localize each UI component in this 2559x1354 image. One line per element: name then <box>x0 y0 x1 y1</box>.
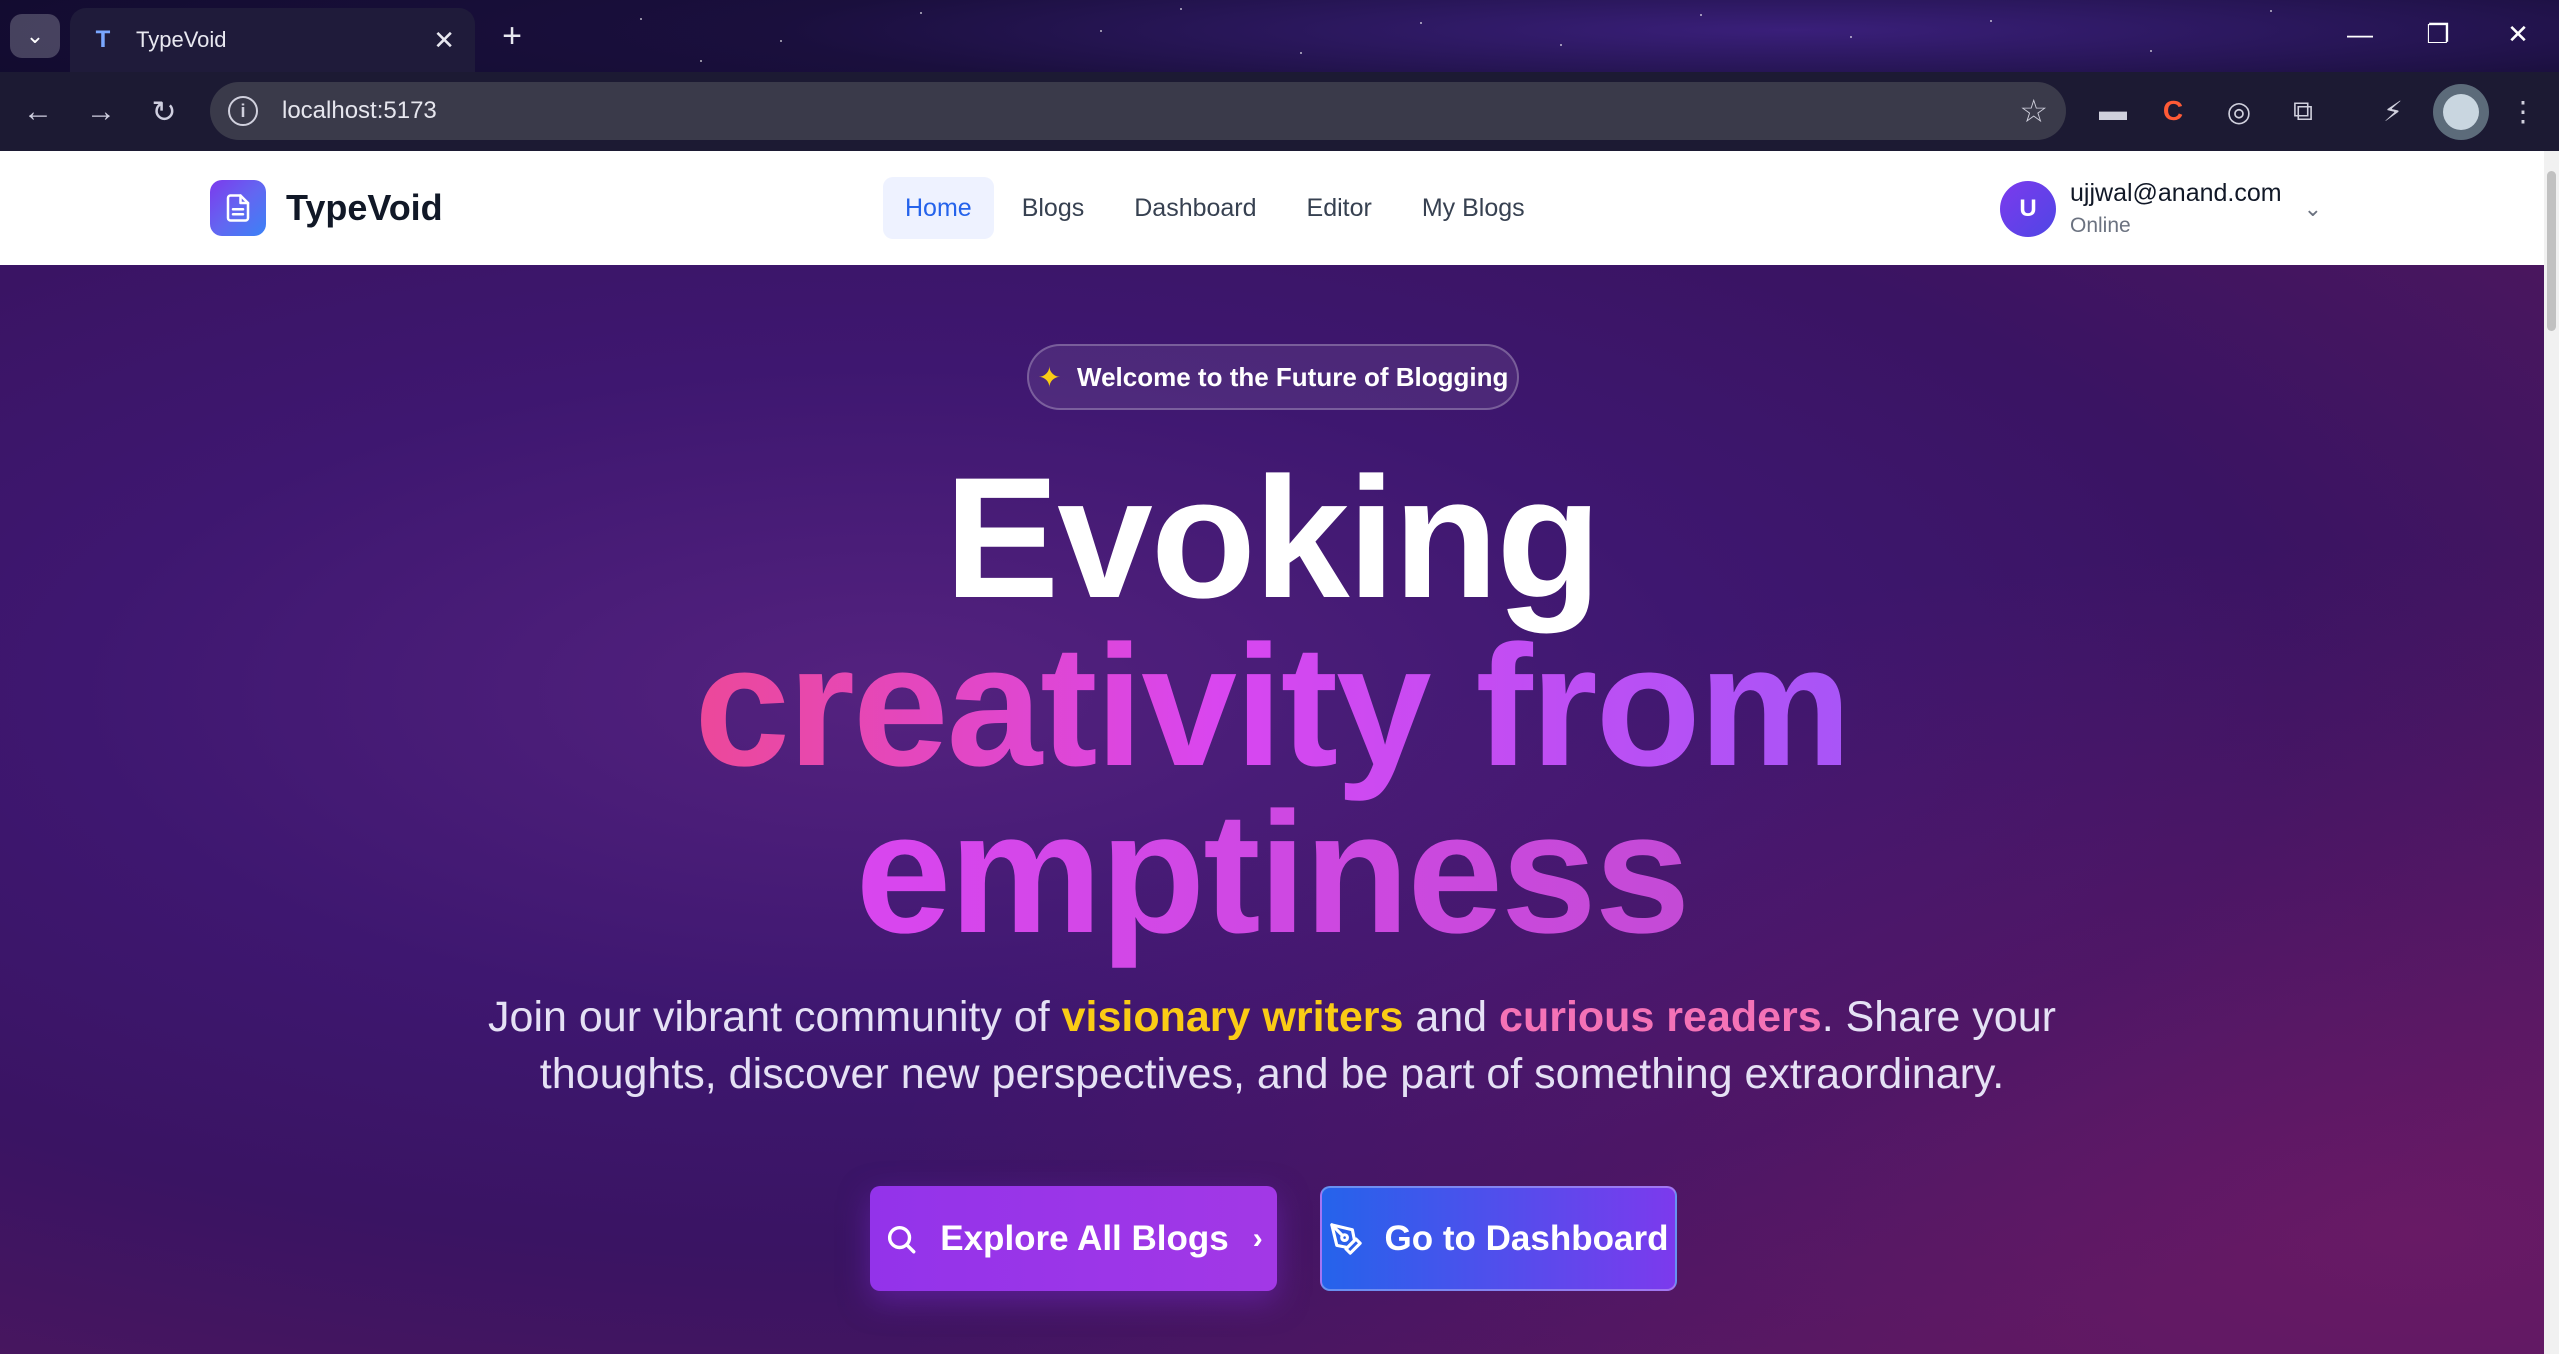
restore-icon[interactable]: ❐ <box>2408 12 2468 56</box>
new-tab-button[interactable]: + <box>490 14 534 58</box>
close-tab-icon[interactable]: ✕ <box>433 25 455 56</box>
extensions-puzzle-icon[interactable]: ⧉ <box>2280 88 2326 134</box>
close-window-icon[interactable]: ✕ <box>2488 12 2548 56</box>
tab-title: TypeVoid <box>136 27 227 52</box>
url-text[interactable]: localhost:5173 <box>282 97 2019 125</box>
user-avatar: U <box>2000 180 2056 237</box>
browser-chrome: ⌄ T TypeVoid ✕ + — ❐ ✕ ← → ↻ i localhost… <box>0 0 2559 151</box>
nav-my-blogs[interactable]: My Blogs <box>1400 177 1547 239</box>
badge-text: Welcome to the Future of Blogging <box>1077 361 1509 392</box>
nav-home[interactable]: Home <box>883 177 994 239</box>
browser-toolbar: ← → ↻ i localhost:5173 ☆ ▬ C ◎ ⧉ ⚡ ⋮ <box>0 72 2559 151</box>
target-extension-icon[interactable]: ◎ <box>2216 88 2262 134</box>
back-icon[interactable]: ← <box>16 90 60 134</box>
scrollbar-thumb[interactable] <box>2547 171 2556 331</box>
bookmark-star-icon[interactable]: ☆ <box>2019 92 2048 130</box>
tab-groups-extension-icon[interactable]: ▬ <box>2090 88 2136 134</box>
user-email: ujjwal@anand.com <box>2070 179 2282 207</box>
minimize-icon[interactable]: — <box>2330 12 2390 56</box>
chevron-down-icon: ⌄ <box>25 23 45 48</box>
tab-search-button[interactable]: ⌄ <box>10 14 60 58</box>
nav-blogs[interactable]: Blogs <box>1000 177 1107 239</box>
main-nav: Home Blogs Dashboard Editor My Blogs <box>883 177 1547 239</box>
address-bar[interactable]: i localhost:5173 ☆ <box>210 82 2066 140</box>
hero-section: ✦ Welcome to the Future of Blogging <box>0 151 2544 1240</box>
page-scrollbar[interactable] <box>2544 151 2559 1354</box>
typevoid-favicon-icon: T <box>95 26 111 53</box>
forward-icon[interactable]: → <box>79 90 123 134</box>
reload-icon[interactable]: ↻ <box>142 90 186 134</box>
extension-c-icon[interactable]: C <box>2150 88 2196 134</box>
tab-bar: ⌄ T TypeVoid ✕ + — ❐ ✕ <box>0 0 2559 72</box>
user-status: Online <box>2070 214 2131 237</box>
logo-text: TypeVoid <box>286 187 443 228</box>
chevron-down-icon: ⌄ <box>2303 195 2323 221</box>
document-icon <box>210 180 266 236</box>
nav-editor[interactable]: Editor <box>1285 177 1394 239</box>
browser-tab[interactable]: T TypeVoid ✕ <box>70 8 475 72</box>
site-header: TypeVoid Home Blogs Dashboard Editor My … <box>0 151 2544 265</box>
sparkles-icon: ✦ <box>1037 361 1062 393</box>
profile-avatar[interactable] <box>2433 84 2489 140</box>
logo[interactable]: TypeVoid <box>210 180 443 236</box>
user-menu[interactable]: U ujjwal@anand.com Online ⌄ <box>2000 179 2322 238</box>
performance-icon[interactable]: ⚡ <box>2370 88 2416 134</box>
site-info-icon[interactable]: i <box>228 96 258 126</box>
more-menu-icon[interactable]: ⋮ <box>2500 88 2546 134</box>
welcome-badge: ✦ Welcome to the Future of Blogging <box>1027 344 1519 410</box>
nav-dashboard[interactable]: Dashboard <box>1112 177 1278 239</box>
